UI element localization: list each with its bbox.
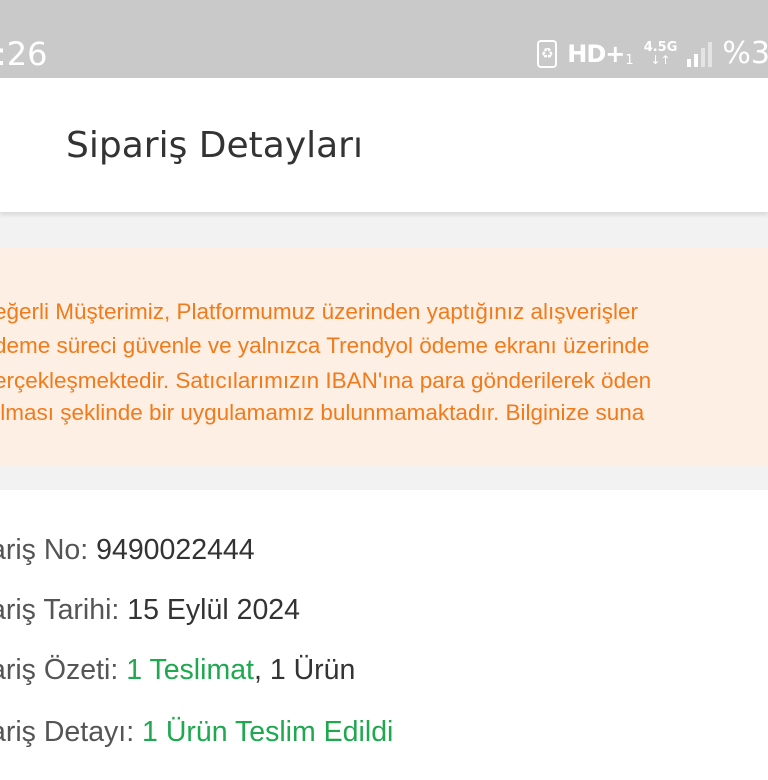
battery-saver-icon: ♻ [537,40,558,68]
status-bar: :26 ♻ HD+ 1 4.5G ↓↑ %3 [0,0,768,78]
order-date-label: ariş Tarihi: [0,594,128,626]
order-date-value: 15 Eylül 2024 [127,594,300,626]
hd-label: HD+ [567,40,625,68]
hd-sub: 1 [625,53,634,68]
order-summary-row: ariş Özeti: 1 Teslimat, 1 Ürün [0,652,355,688]
order-date-row: ariş Tarihi: 15 Eylül 2024 [0,592,300,628]
delivery-status: 1 Ürün Teslim Edildi [142,716,394,748]
notice-line: erçekleşmektedir. Satıcılarımızın IBAN'ı… [0,368,652,393]
status-time: :26 [0,35,48,73]
network-arrows-icon: ↓↑ [650,53,671,67]
order-number-row: ariş No: 9490022444 [0,532,255,568]
product-count: , 1 Ürün [253,654,356,686]
status-icons: ♻ HD+ 1 4.5G ↓↑ %3 [537,36,768,72]
notice-line: eğerli Müşterimiz, Platformumuz üzerinde… [0,299,638,324]
notice-line: deme süreci güvenle ve yalnızca Trendyol… [0,333,650,358]
notice-line: ılması şeklinde bir uygulamamız bulunmam… [0,400,645,425]
deliveries-link[interactable]: 1 Teslimat [126,654,254,686]
order-number-label: ariş No: [0,534,97,566]
order-summary-label: ariş Özeti: [0,654,127,686]
order-number-value: 9490022444 [96,534,255,566]
hd-voice-icon: HD+ 1 [567,40,633,68]
battery-percent: %3 [722,36,768,71]
network-icon: 4.5G ↓↑ [644,41,678,67]
page-title: Sipariş Detayları [66,125,363,166]
order-detail-row: ariş Detayı: 1 Ürün Teslim Edildi [0,714,393,750]
signal-icon [687,41,713,67]
order-detail-label: ariş Detayı: [0,716,143,748]
